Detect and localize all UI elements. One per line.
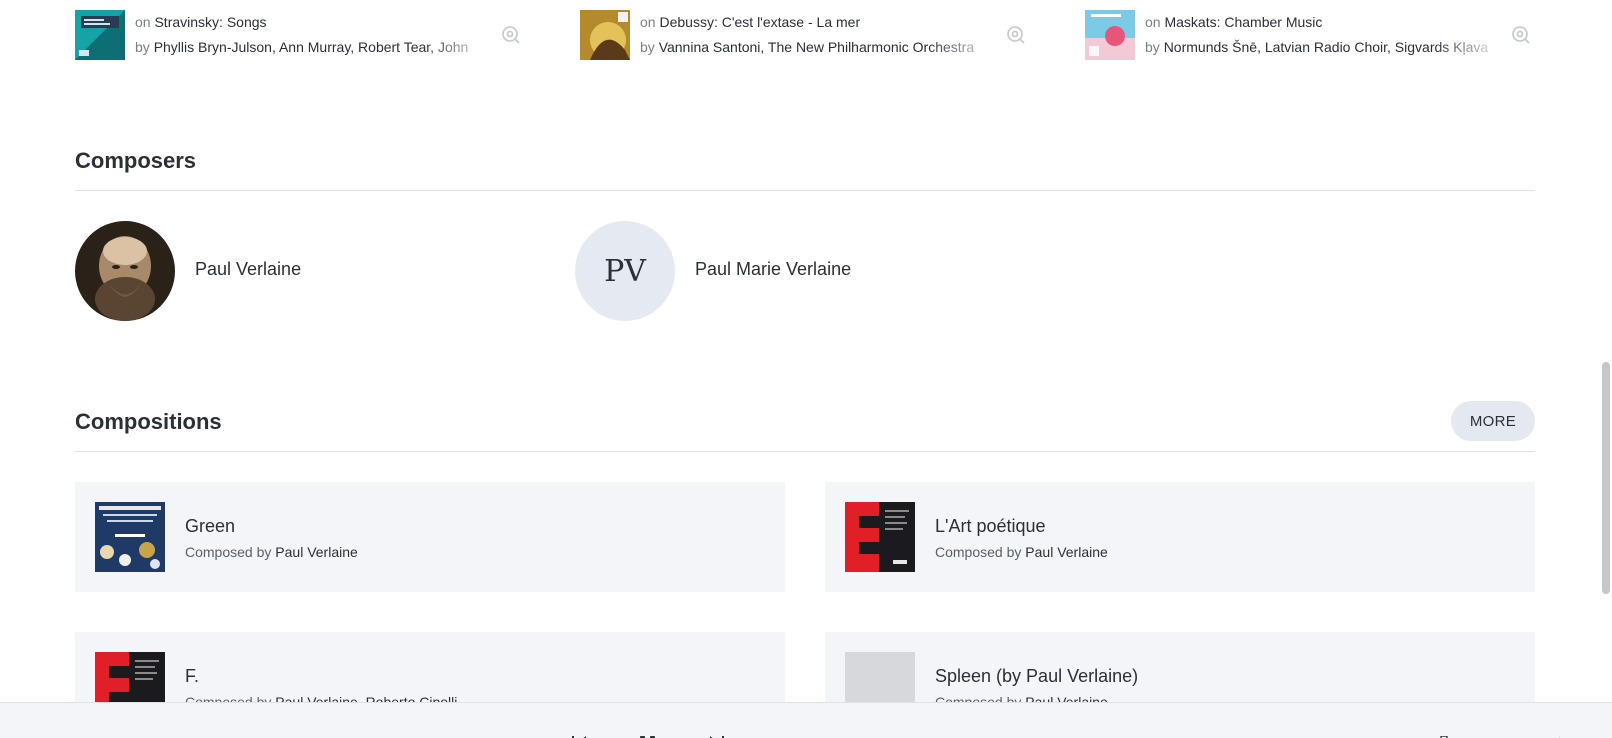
composition-title[interactable]: Spleen (by Paul Verlaine) bbox=[935, 666, 1138, 687]
composition-cover[interactable] bbox=[95, 502, 165, 572]
composition-card[interactable]: Green Composed by Paul Verlaine bbox=[75, 482, 785, 592]
composed-by-prefix: Composed by bbox=[935, 544, 1022, 560]
composition-title[interactable]: Green bbox=[185, 516, 235, 537]
track-list: on Stravinsky: Songs by Phyllis Bryn-Jul… bbox=[75, 10, 1535, 60]
divider bbox=[75, 451, 1535, 452]
player-bar bbox=[0, 702, 1612, 738]
track-item[interactable]: on Maskats: Chamber Music by Normunds Šn… bbox=[1085, 10, 1535, 60]
by-prefix: by bbox=[640, 39, 655, 55]
composer-link[interactable]: Paul Verlaine bbox=[275, 544, 358, 560]
page-scrollbar[interactable] bbox=[1600, 0, 1612, 702]
composer-name[interactable]: Paul Marie Verlaine bbox=[695, 259, 851, 280]
artists-link[interactable]: Vannina Santoni, The New Philharmonic Or… bbox=[659, 39, 974, 55]
compositions-heading: Compositions bbox=[75, 409, 222, 434]
composition-card[interactable]: L'Art poétique Composed by Paul Verlaine bbox=[825, 482, 1535, 592]
by-prefix: by bbox=[135, 39, 150, 55]
on-prefix: on bbox=[640, 14, 656, 30]
composed-by-prefix: Composed by bbox=[185, 544, 272, 560]
album-cover[interactable] bbox=[1085, 10, 1135, 60]
zoom-search-icon[interactable] bbox=[1511, 25, 1531, 45]
artists-link[interactable]: Normunds Šnē, Latvian Radio Choir, Sigva… bbox=[1164, 39, 1489, 55]
composer-portrait[interactable] bbox=[75, 221, 175, 321]
next-icon[interactable] bbox=[710, 731, 724, 738]
expand-icon[interactable] bbox=[1553, 731, 1561, 738]
track-item[interactable]: on Stravinsky: Songs by Phyllis Bryn-Jul… bbox=[75, 10, 525, 60]
album-cover[interactable] bbox=[580, 10, 630, 60]
zoom-search-icon[interactable] bbox=[1006, 25, 1026, 45]
device-icon[interactable] bbox=[1440, 731, 1448, 738]
by-prefix: by bbox=[1145, 39, 1160, 55]
previous-icon[interactable] bbox=[572, 731, 586, 738]
composition-cover[interactable] bbox=[845, 502, 915, 572]
track-item[interactable]: on Debussy: C'est l'extase - La mer by V… bbox=[580, 10, 1030, 60]
artists-link[interactable]: Phyllis Bryn-Julson, Ann Murray, Robert … bbox=[154, 39, 469, 55]
composers-heading: Composers bbox=[75, 148, 197, 173]
on-prefix: on bbox=[1145, 14, 1161, 30]
album-link[interactable]: Debussy: C'est l'extase - La mer bbox=[659, 14, 860, 30]
composer-name[interactable]: Paul Verlaine bbox=[195, 259, 301, 280]
composition-title[interactable]: L'Art poétique bbox=[935, 516, 1046, 537]
album-link[interactable]: Maskats: Chamber Music bbox=[1164, 14, 1322, 30]
album-cover[interactable] bbox=[75, 10, 125, 60]
more-button[interactable]: MORE bbox=[1451, 401, 1535, 441]
composer-initials-avatar[interactable]: PV bbox=[575, 221, 675, 321]
composer-link[interactable]: Paul Verlaine bbox=[1025, 544, 1108, 560]
divider bbox=[75, 190, 1535, 191]
composition-title[interactable]: F. bbox=[185, 666, 199, 687]
zoom-search-icon[interactable] bbox=[501, 25, 521, 45]
album-link[interactable]: Stravinsky: Songs bbox=[154, 14, 266, 30]
pause-icon[interactable] bbox=[640, 731, 656, 738]
on-prefix: on bbox=[135, 14, 151, 30]
scrollbar-thumb[interactable] bbox=[1602, 362, 1610, 594]
